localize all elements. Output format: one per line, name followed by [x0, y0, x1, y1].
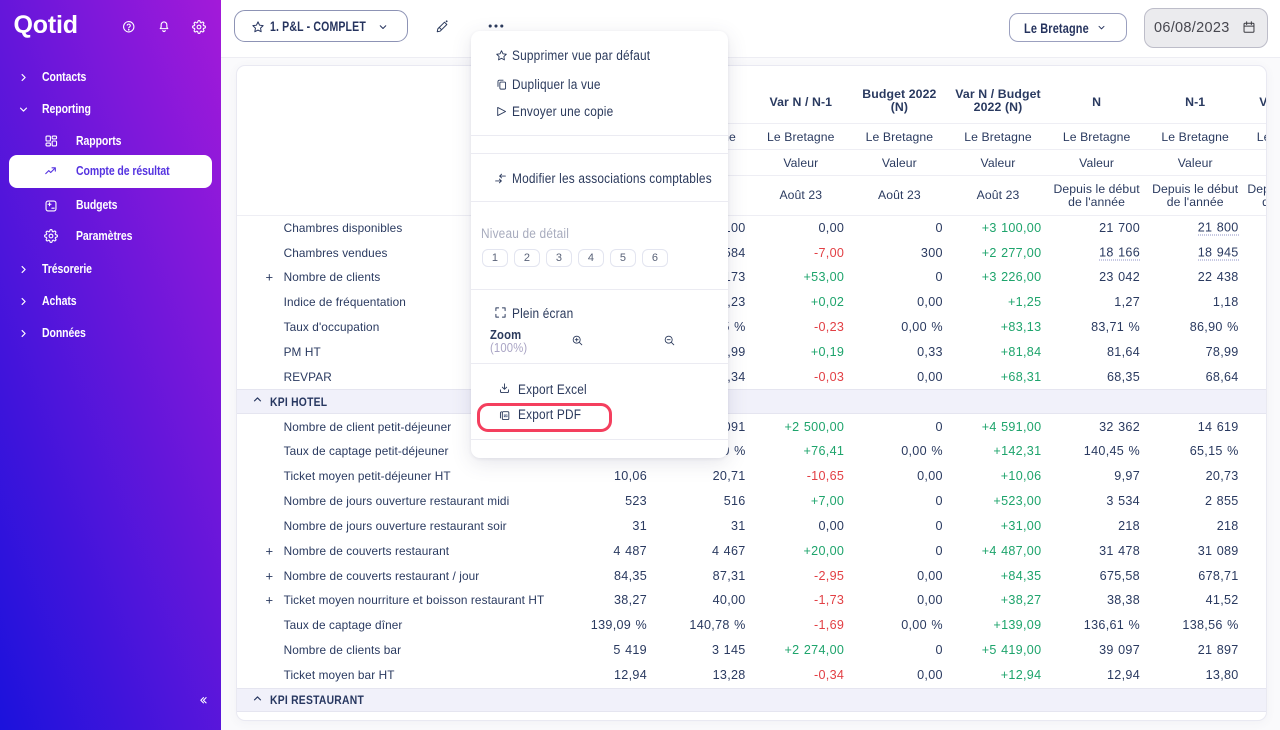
svg-text:PDF: PDF [504, 415, 509, 417]
